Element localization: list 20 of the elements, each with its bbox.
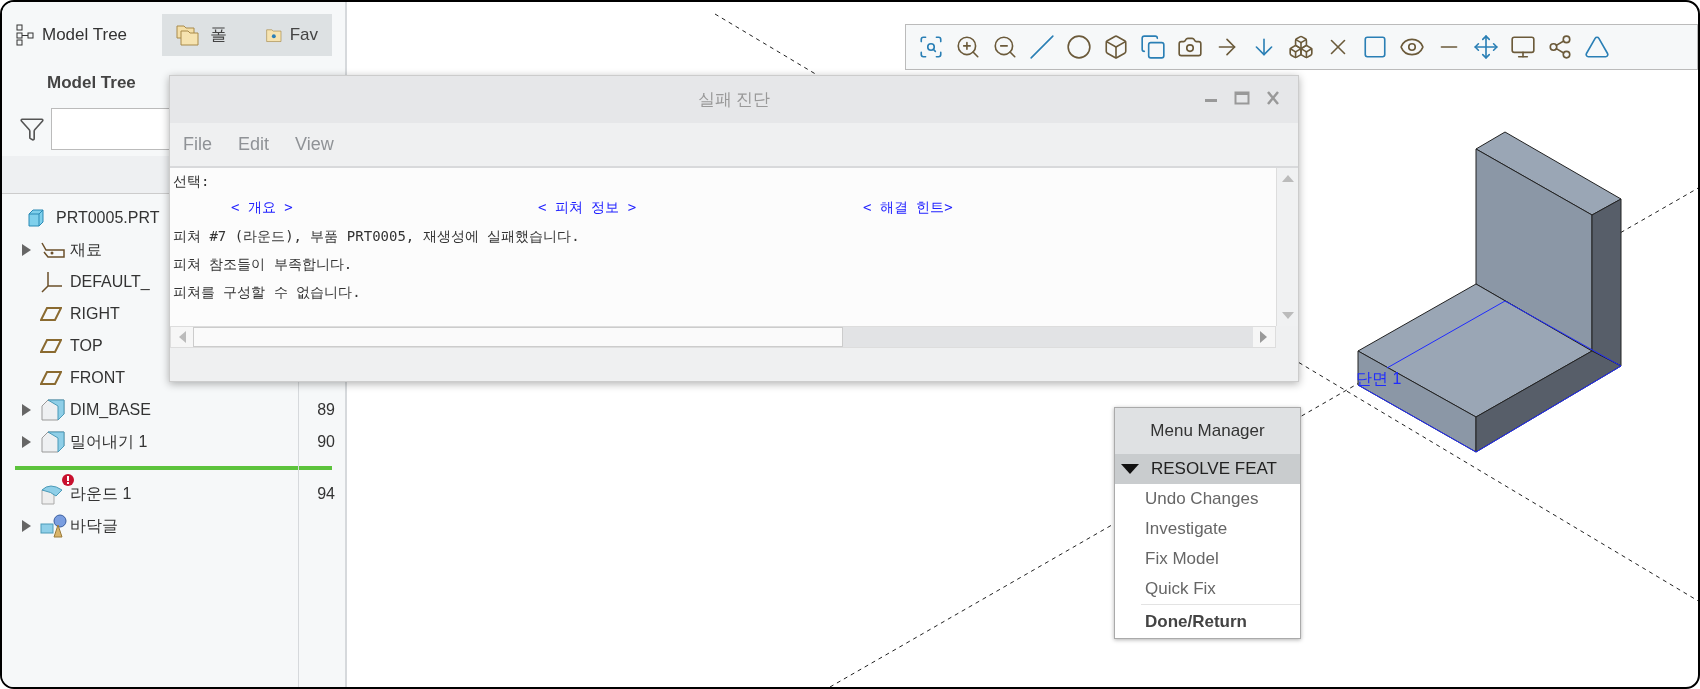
message-line: 피쳐 #7 (라운드), 부품 PRT0005, 재생성에 실패했습니다. (173, 227, 581, 246)
window-title: 실패 진단 (697, 88, 771, 111)
feature-number: 94 (317, 483, 335, 504)
tree-item-label: 밀어내기 1 (70, 431, 148, 452)
message-line: 피쳐를 구성할 수 없습니다. (173, 283, 362, 302)
tree-item-label: DEFAULT_ (70, 271, 150, 292)
feature-number: 89 (317, 399, 335, 420)
menu-manager-title: Menu Manager (1115, 408, 1300, 454)
tree-item-label: RIGHT (70, 303, 120, 324)
tree-item-label: PRT0005.PRT (56, 207, 160, 228)
tree-item-label: TOP (70, 335, 103, 356)
tree-item-label: 재료 (70, 239, 102, 260)
tree-item-label: 바닥글 (70, 515, 118, 536)
tree-item-label: DIM_BASE (70, 399, 151, 420)
tree-item-label: 라운드 1 (70, 483, 132, 504)
tree-item-label: FRONT (70, 367, 126, 388)
message-line: 피쳐 참조들이 부족합니다. (173, 255, 354, 274)
prompt-text: 선택: (173, 172, 211, 191)
panel-heading: Model Tree (47, 72, 137, 94)
feature-number: 90 (317, 431, 335, 452)
